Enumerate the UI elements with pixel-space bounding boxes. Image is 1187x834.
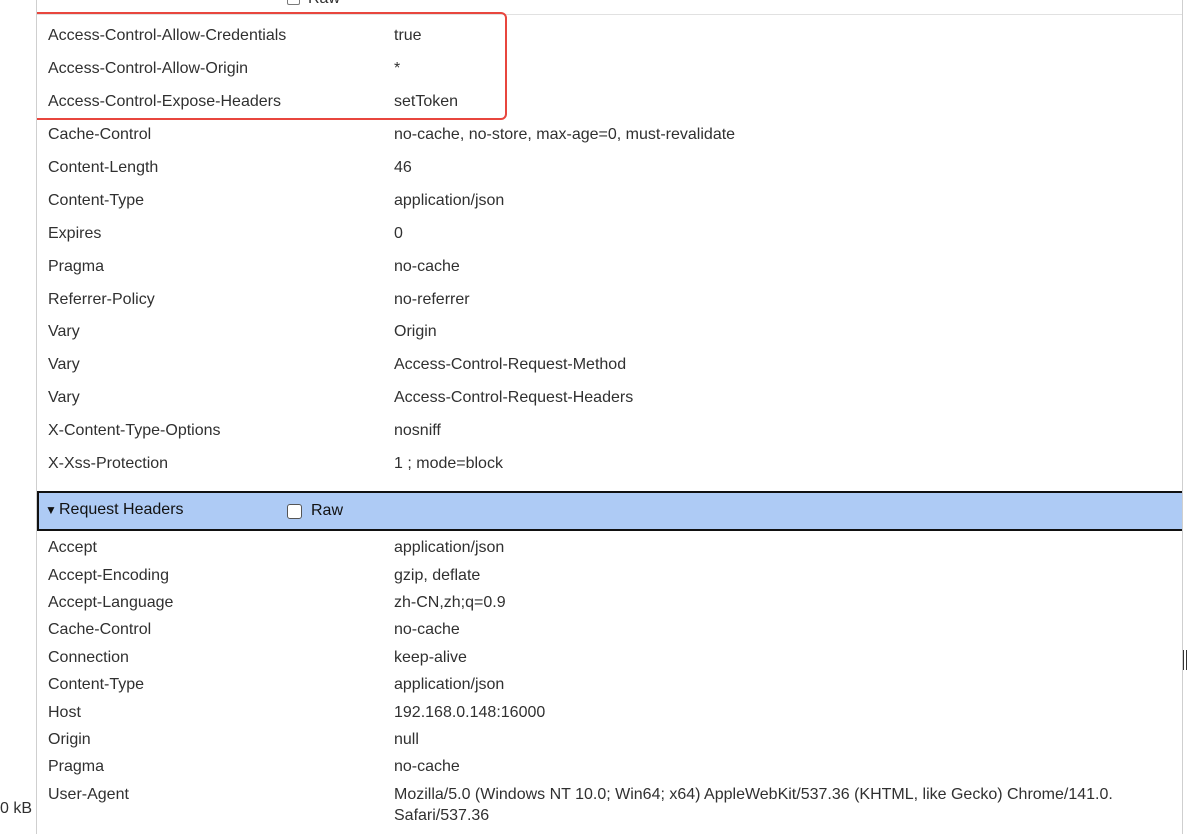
header-value: 1 ; mode=block bbox=[394, 455, 503, 472]
header-name: Referrer-Policy bbox=[48, 291, 155, 308]
transfer-size-text: 0 kB bbox=[0, 800, 33, 817]
header-name: Expires bbox=[48, 225, 102, 242]
header-name: Connection bbox=[48, 649, 129, 666]
header-value: application/json bbox=[394, 192, 505, 209]
panel-right-border bbox=[1182, 0, 1183, 834]
header-value: 192.168.0.148:16000 bbox=[394, 704, 546, 721]
header-name: Cache-Control bbox=[48, 126, 152, 143]
left-gutter: 0 kB bbox=[0, 0, 37, 834]
request-raw-checkbox[interactable] bbox=[287, 504, 302, 519]
request-headers-section-header[interactable]: ▼ Request Headers Raw bbox=[37, 491, 1183, 531]
header-name: Accept bbox=[48, 539, 97, 556]
header-value: nosniff bbox=[394, 422, 441, 439]
header-value-continuation: Safari/537.36 bbox=[394, 807, 490, 824]
header-name: User-Agent bbox=[48, 786, 129, 803]
response-raw-checkbox[interactable] bbox=[287, 0, 300, 5]
header-value: gzip, deflate bbox=[394, 567, 481, 584]
header-value: true bbox=[394, 27, 422, 44]
header-name: Pragma bbox=[48, 758, 105, 775]
header-name: Vary bbox=[48, 323, 80, 340]
header-value: no-cache bbox=[394, 621, 460, 638]
header-name: X-Xss-Protection bbox=[48, 455, 169, 472]
header-value: Access-Control-Request-Headers bbox=[394, 389, 634, 406]
collapse-triangle-icon[interactable]: ▼ bbox=[45, 503, 57, 517]
header-value: application/json bbox=[394, 539, 505, 556]
header-value: no-cache bbox=[394, 258, 460, 275]
header-name: Content-Type bbox=[48, 192, 145, 209]
header-value: no-cache bbox=[394, 758, 460, 775]
header-value: 0 bbox=[394, 225, 403, 242]
headers-panel: Raw Access-Control-Allow-Credentials tru… bbox=[37, 0, 1183, 834]
resize-handle[interactable] bbox=[1183, 650, 1187, 670]
request-headers-title[interactable]: Request Headers bbox=[59, 501, 184, 519]
header-name: Accept-Encoding bbox=[48, 567, 169, 584]
header-name: Host bbox=[48, 704, 81, 721]
header-name: Access-Control-Allow-Origin bbox=[48, 60, 249, 77]
header-value: null bbox=[394, 731, 419, 748]
header-value: setToken bbox=[394, 93, 459, 110]
header-name: Access-Control-Expose-Headers bbox=[48, 93, 281, 110]
header-name: Cache-Control bbox=[48, 621, 152, 638]
header-name: Accept-Language bbox=[48, 594, 174, 611]
header-value: zh-CN,zh;q=0.9 bbox=[394, 594, 506, 611]
header-name: Access-Control-Allow-Credentials bbox=[48, 27, 287, 44]
header-name: Content-Type bbox=[48, 676, 145, 693]
header-value: Origin bbox=[394, 323, 437, 340]
header-value: Access-Control-Request-Method bbox=[394, 356, 627, 373]
header-value: keep-alive bbox=[394, 649, 467, 666]
header-name: Vary bbox=[48, 356, 80, 373]
response-raw-label: Raw bbox=[308, 0, 340, 8]
header-value: no-cache, no-store, max-age=0, must-reva… bbox=[394, 126, 736, 143]
request-raw-label[interactable]: Raw bbox=[311, 502, 343, 520]
header-value: Mozilla/5.0 (Windows NT 10.0; Win64; x64… bbox=[394, 786, 1113, 803]
header-value: application/json bbox=[394, 676, 505, 693]
header-name: Vary bbox=[48, 389, 80, 406]
header-name: Origin bbox=[48, 731, 91, 748]
header-value: * bbox=[394, 60, 401, 77]
header-value: 46 bbox=[394, 159, 412, 176]
header-name: Pragma bbox=[48, 258, 105, 275]
header-name: Content-Length bbox=[48, 159, 159, 176]
header-value: no-referrer bbox=[394, 291, 470, 308]
header-name: X-Content-Type-Options bbox=[48, 422, 221, 439]
